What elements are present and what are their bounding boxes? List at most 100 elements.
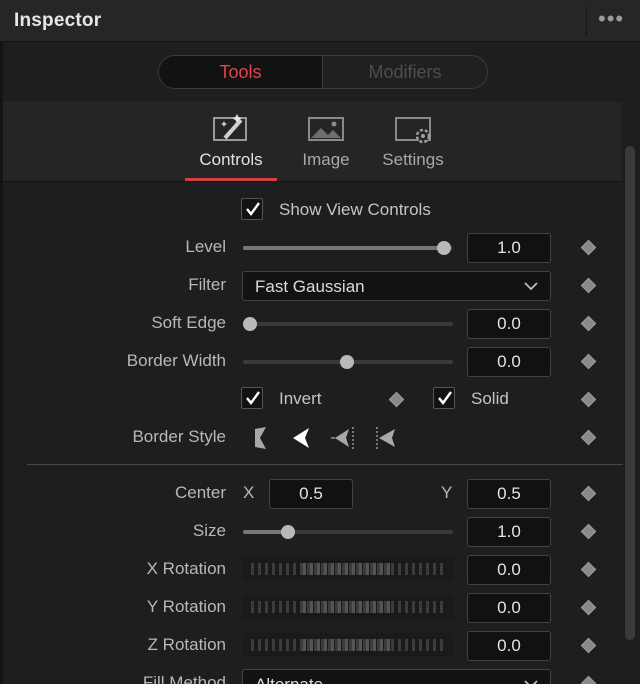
invert-label: Invert xyxy=(279,389,322,408)
fill-method-label: Fill Method xyxy=(142,673,226,684)
inspector-tabs: Controls Image Settings xyxy=(3,102,622,182)
border-style-4-icon[interactable] xyxy=(371,423,403,453)
y-rotation-jog-wheel[interactable] xyxy=(243,595,453,619)
border-style-3-icon[interactable] xyxy=(329,423,361,453)
size-row: Size 1.0 xyxy=(3,517,622,547)
border-style-2-icon[interactable] xyxy=(289,423,321,453)
chevron-down-icon xyxy=(524,282,538,291)
tools-modifiers-switch: Tools Modifiers xyxy=(158,55,488,89)
y-rotation-row: Y Rotation 0.0 xyxy=(3,593,622,623)
solid-label: Solid xyxy=(471,389,509,408)
mode-switch-area: Tools Modifiers xyxy=(3,42,640,102)
center-x-label: X xyxy=(243,483,255,502)
tools-toggle[interactable]: Tools xyxy=(159,56,323,88)
inspector-titlebar: Inspector ••• xyxy=(0,0,640,42)
section-divider xyxy=(27,464,623,465)
border-width-label: Border Width xyxy=(126,351,226,370)
filter-row: Filter Fast Gaussian xyxy=(3,271,622,301)
size-keyframe-icon[interactable] xyxy=(580,523,597,540)
tab-settings[interactable]: Settings xyxy=(381,112,445,170)
settings-icon xyxy=(395,117,431,144)
border-width-row: Border Width 0.0 xyxy=(3,347,622,377)
size-label: Size xyxy=(192,521,226,540)
soft-edge-label: Soft Edge xyxy=(151,313,226,332)
invert-checkbox[interactable] xyxy=(241,387,263,409)
y-rotation-keyframe-icon[interactable] xyxy=(580,599,597,616)
show-view-controls-checkbox[interactable] xyxy=(241,198,263,220)
more-dots-icon[interactable]: ••• xyxy=(598,6,624,32)
panel-title: Inspector xyxy=(14,10,102,31)
level-slider-knob[interactable] xyxy=(437,241,451,255)
tab-settings-label: Settings xyxy=(382,150,444,169)
border-style-1-icon[interactable] xyxy=(249,423,281,453)
invert-solid-row: Invert Solid xyxy=(3,385,622,415)
level-slider[interactable] xyxy=(243,241,453,255)
jog-ticks-highlight xyxy=(303,639,393,651)
invert-keyframe-icon[interactable] xyxy=(388,391,405,408)
level-value-field[interactable]: 1.0 xyxy=(467,233,551,263)
center-keyframe-icon[interactable] xyxy=(580,485,597,502)
solid-keyframe-icon[interactable] xyxy=(580,391,597,408)
x-rotation-label: X Rotation xyxy=(146,559,226,578)
jog-ticks-highlight xyxy=(303,563,393,575)
border-width-slider[interactable] xyxy=(243,355,453,369)
chevron-down-icon xyxy=(524,680,538,684)
z-rotation-keyframe-icon[interactable] xyxy=(580,637,597,654)
filter-selected-value: Fast Gaussian xyxy=(255,277,365,296)
center-row: Center X 0.5 Y 0.5 xyxy=(3,479,622,509)
size-value-field[interactable]: 1.0 xyxy=(467,517,551,547)
border-style-label: Border Style xyxy=(132,427,226,446)
soft-edge-slider[interactable] xyxy=(243,317,453,331)
active-tab-indicator xyxy=(185,178,277,181)
filter-dropdown[interactable]: Fast Gaussian xyxy=(242,271,551,301)
fill-method-dropdown[interactable]: Alternate xyxy=(242,669,551,684)
soft-edge-slider-knob[interactable] xyxy=(243,317,257,331)
center-x-field[interactable]: 0.5 xyxy=(269,479,353,509)
level-label: Level xyxy=(185,237,226,256)
modifiers-toggle[interactable]: Modifiers xyxy=(323,56,487,88)
border-width-value-field[interactable]: 0.0 xyxy=(467,347,551,377)
border-width-keyframe-icon[interactable] xyxy=(580,353,597,370)
fill-method-keyframe-icon[interactable] xyxy=(580,675,597,684)
x-rotation-keyframe-icon[interactable] xyxy=(580,561,597,578)
z-rotation-label: Z Rotation xyxy=(147,635,226,654)
tab-controls-label: Controls xyxy=(199,150,263,169)
y-rotation-value-field[interactable]: 0.0 xyxy=(467,593,551,623)
z-rotation-jog-wheel[interactable] xyxy=(243,633,453,657)
fill-method-selected-value: Alternate xyxy=(255,675,323,684)
controls-panel: Show View Controls Level 1.0 Filter Fast… xyxy=(3,182,623,684)
center-y-label: Y xyxy=(441,483,453,502)
y-rotation-label: Y Rotation xyxy=(146,597,226,616)
x-rotation-value-field[interactable]: 0.0 xyxy=(467,555,551,585)
solid-checkbox[interactable] xyxy=(433,387,455,409)
border-style-row: Border Style xyxy=(3,423,622,453)
jog-ticks-highlight xyxy=(303,601,393,613)
vertical-scrollbar[interactable] xyxy=(622,102,640,684)
scrollbar-thumb[interactable] xyxy=(625,146,635,640)
z-rotation-value-field[interactable]: 0.0 xyxy=(467,631,551,661)
filter-label: Filter xyxy=(188,275,226,294)
tab-controls[interactable]: Controls xyxy=(195,112,267,170)
soft-edge-keyframe-icon[interactable] xyxy=(580,315,597,332)
show-view-controls-label: Show View Controls xyxy=(279,200,431,219)
soft-edge-value-field[interactable]: 0.0 xyxy=(467,309,551,339)
level-row: Level 1.0 xyxy=(3,233,622,263)
tab-image[interactable]: Image xyxy=(295,112,357,170)
filter-keyframe-icon[interactable] xyxy=(580,277,597,294)
fill-method-row: Fill Method Alternate xyxy=(3,669,622,684)
size-slider[interactable] xyxy=(243,525,453,539)
controls-wand-icon xyxy=(213,114,247,141)
center-label: Center xyxy=(174,483,226,502)
size-slider-knob[interactable] xyxy=(281,525,295,539)
x-rotation-row: X Rotation 0.0 xyxy=(3,555,622,585)
z-rotation-row: Z Rotation 0.0 xyxy=(3,631,622,661)
border-style-keyframe-icon[interactable] xyxy=(580,429,597,446)
tab-image-label: Image xyxy=(302,150,350,169)
level-keyframe-icon[interactable] xyxy=(580,239,597,256)
border-width-slider-knob[interactable] xyxy=(340,355,354,369)
image-icon xyxy=(308,117,344,141)
soft-edge-row: Soft Edge 0.0 xyxy=(3,309,622,339)
titlebar-divider xyxy=(586,6,587,36)
center-y-field[interactable]: 0.5 xyxy=(467,479,551,509)
x-rotation-jog-wheel[interactable] xyxy=(243,557,453,581)
